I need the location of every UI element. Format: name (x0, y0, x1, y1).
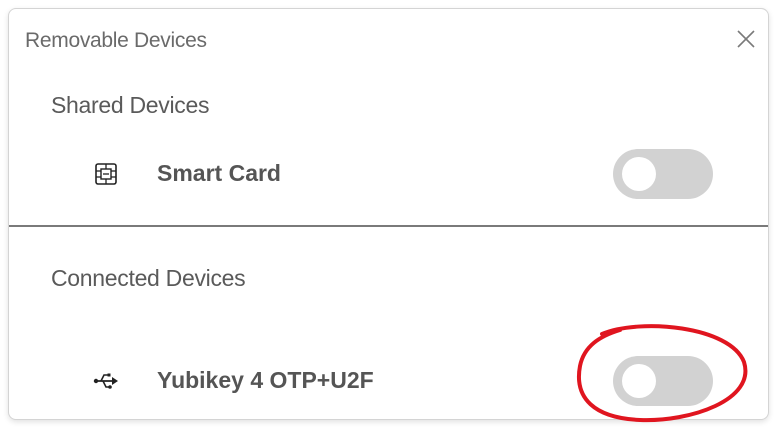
dialog-title: Removable Devices (25, 29, 207, 52)
yubikey-toggle[interactable] (613, 356, 713, 406)
section-divider (9, 225, 768, 227)
close-button[interactable] (733, 26, 759, 52)
connected-devices-heading: Connected Devices (51, 265, 246, 291)
usb-icon (93, 368, 119, 394)
smart-card-icon (93, 161, 119, 187)
device-name-yubikey: Yubikey 4 OTP+U2F (157, 367, 374, 393)
smart-card-toggle[interactable] (613, 149, 713, 199)
shared-devices-heading: Shared Devices (51, 92, 210, 118)
close-icon (737, 30, 755, 48)
removable-devices-dialog: Removable Devices Shared Devices Smart C… (8, 8, 769, 420)
device-name-smart-card: Smart Card (157, 160, 281, 186)
toggle-knob (622, 157, 656, 191)
toggle-knob (622, 364, 656, 398)
